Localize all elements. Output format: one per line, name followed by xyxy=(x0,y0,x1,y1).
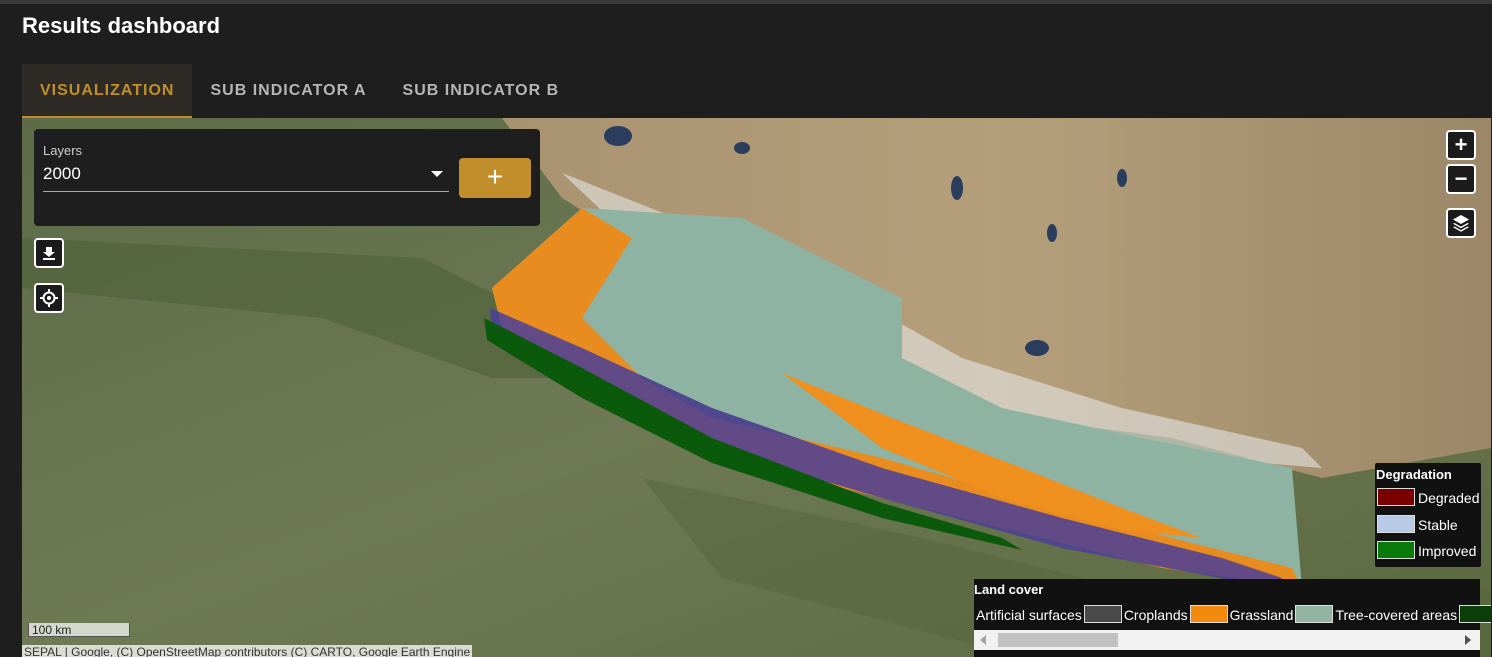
layers-toggle-button[interactable] xyxy=(1446,208,1476,238)
map-attribution: SEPAL | Google, (C) OpenStreetMap contri… xyxy=(22,645,473,657)
degradation-legend: Degradation Degraded Stable Improved xyxy=(1375,463,1481,567)
stable-label: Stable xyxy=(1418,517,1458,533)
scroll-left-icon[interactable] xyxy=(980,635,986,645)
degraded-swatch xyxy=(1377,488,1415,506)
top-strip xyxy=(0,0,1492,4)
crosshair-icon xyxy=(40,289,58,307)
lc-swatch-croplands xyxy=(1189,605,1228,623)
lc-label-artificial: Artificial surfaces xyxy=(976,607,1082,623)
legend-scrollbar[interactable] xyxy=(974,630,1480,650)
lc-label-croplands: Croplands xyxy=(1123,607,1188,623)
scale-bar: 100 km xyxy=(28,623,130,637)
layer-select[interactable]: 2000 xyxy=(43,164,81,184)
degradation-legend-title: Degradation xyxy=(1376,467,1452,482)
lc-swatch-artificial xyxy=(1083,605,1122,623)
lc-swatch-tree-covered xyxy=(1459,605,1491,623)
tab-sub-indicator-b[interactable]: SUB INDICATOR B xyxy=(385,64,578,118)
zoom-out-button[interactable]: − xyxy=(1446,164,1476,194)
lc-label-tree-covered: Tree-covered areas xyxy=(1335,607,1458,623)
lc-label-grassland: Grassland xyxy=(1229,607,1294,623)
degraded-label: Degraded xyxy=(1418,490,1480,506)
scroll-right-icon[interactable] xyxy=(1465,635,1471,645)
locate-button[interactable] xyxy=(34,283,64,313)
download-button[interactable] xyxy=(34,238,64,268)
tab-visualization[interactable]: VISUALIZATION xyxy=(22,64,193,118)
page-title: Results dashboard xyxy=(22,13,221,38)
improved-label: Improved xyxy=(1418,543,1477,559)
stable-swatch xyxy=(1377,515,1415,533)
add-layer-button[interactable]: + xyxy=(459,158,531,198)
layers-label: Layers xyxy=(43,143,83,158)
land-cover-legend-title: Land cover xyxy=(974,582,1044,597)
layers-icon xyxy=(1453,215,1469,232)
tab-bar: VISUALIZATION SUB INDICATOR A SUB INDICA… xyxy=(22,64,577,118)
improved-swatch xyxy=(1377,541,1415,559)
land-cover-legend: Land cover Artificial surfaces Croplands… xyxy=(974,579,1491,657)
lc-swatch-grassland xyxy=(1295,605,1334,623)
layer-selector-panel: Layers 2000 + xyxy=(34,129,540,226)
chevron-down-icon[interactable] xyxy=(431,171,443,177)
select-underline xyxy=(43,191,449,192)
scrollbar-thumb[interactable] xyxy=(998,633,1118,647)
land-cover-items: Artificial surfaces Croplands Grassland … xyxy=(976,601,1491,623)
map-view[interactable]: Layers 2000 + + − Degradation Degraded S… xyxy=(22,118,1491,657)
download-icon xyxy=(43,247,55,260)
zoom-in-button[interactable]: + xyxy=(1446,130,1476,160)
tab-sub-indicator-a[interactable]: SUB INDICATOR A xyxy=(192,64,384,118)
